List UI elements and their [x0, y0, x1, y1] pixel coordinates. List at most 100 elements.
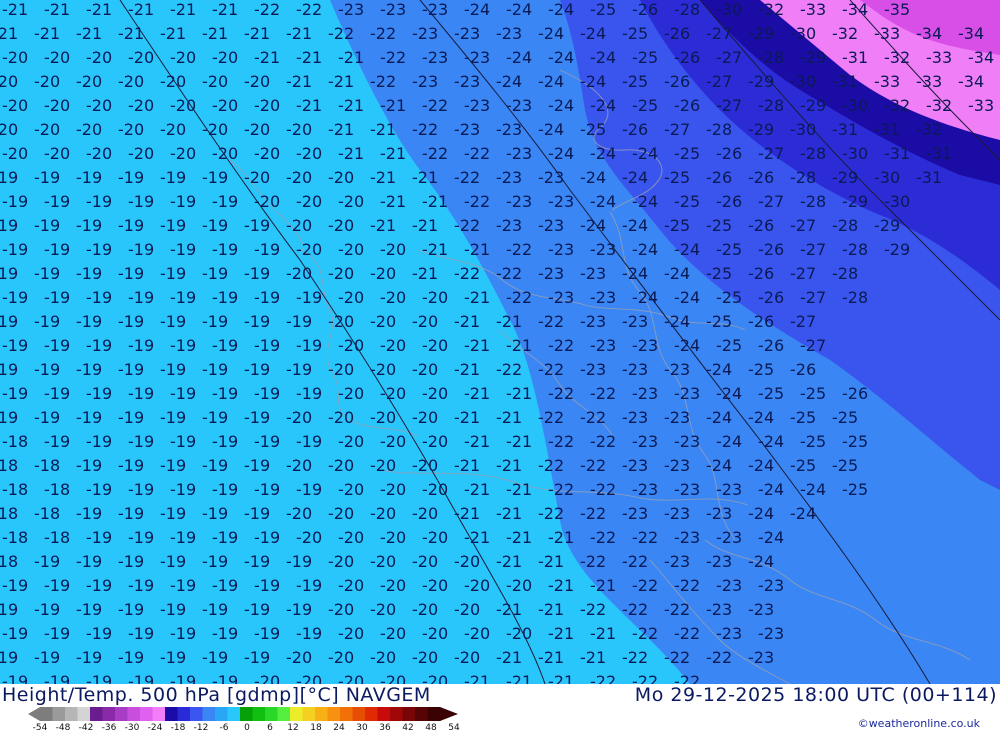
temperature-label: -21: [496, 648, 522, 667]
temperature-label: -19: [212, 336, 238, 355]
temperature-label: -20: [380, 528, 406, 547]
temperature-label: -19: [170, 336, 196, 355]
temperature-label: -32: [884, 48, 910, 67]
temperature-label: -19: [202, 552, 228, 571]
temperature-label: -20: [380, 384, 406, 403]
temperature-label: -19: [34, 264, 60, 283]
temperature-label: -19: [170, 384, 196, 403]
temperature-label: -22: [422, 96, 448, 115]
temperature-label: -21: [548, 576, 574, 595]
temperature-label: -29: [800, 96, 826, 115]
temperature-label: -26: [758, 336, 784, 355]
temperature-label: -19: [76, 312, 102, 331]
legend-ticks: -54 -48 -42 -36 -30 -24 -18 -12 -6 0 6 12 18 24 30 36 42…: [33, 723, 460, 733]
temperature-label: -20: [202, 120, 228, 139]
temperature-label: -19: [128, 528, 154, 547]
temperature-label: -23: [496, 24, 522, 43]
temperature-label: -21: [506, 384, 532, 403]
temperature-label: -22: [674, 576, 700, 595]
temperature-label: -19: [244, 600, 270, 619]
temperature-label: -23: [412, 24, 438, 43]
temperature-label: -19: [212, 528, 238, 547]
temperature-label: -22: [454, 264, 480, 283]
temperature-label: -23: [706, 552, 732, 571]
temperature-label: -21: [464, 672, 490, 684]
temperature-label: -19: [170, 672, 196, 684]
temperature-label: -24: [674, 240, 700, 259]
legend-tick-label: -42: [78, 723, 94, 733]
temperature-label: -28: [842, 288, 868, 307]
temperature-label: -23: [622, 312, 648, 331]
weather-map: -21 -21 -21 -21 -21 -21 -22 -22 -23 -23 -23 -24 -24-…: [0, 0, 1000, 684]
legend-swatch: [427, 707, 441, 721]
temperature-label: -21: [538, 552, 564, 571]
temperature-label: -19: [286, 600, 312, 619]
temperature-label: -21: [422, 240, 448, 259]
temperature-label: -21: [338, 144, 364, 163]
temperature-label: -19: [128, 336, 154, 355]
temperature-label: -23: [506, 96, 532, 115]
temperature-label: -22: [506, 240, 532, 259]
temperature-label: -23: [580, 360, 606, 379]
temperature-label: -19: [118, 552, 144, 571]
temperature-label: -31: [832, 120, 858, 139]
temperature-label: -20: [338, 432, 364, 451]
temperature-label: -19: [34, 648, 60, 667]
temperature-label: -24: [548, 0, 574, 19]
legend-tick-label: 6: [267, 723, 273, 733]
temperature-label: -22: [674, 624, 700, 643]
temperature-label: -25: [748, 360, 774, 379]
temperature-label: -19: [86, 288, 112, 307]
temperature-label: -20: [506, 624, 532, 643]
temperature-label: -30: [790, 72, 816, 91]
temperature-label: -19: [296, 288, 322, 307]
temperature-label: -23: [506, 144, 532, 163]
temperature-label: -22: [590, 672, 616, 684]
temperature-label: -24: [758, 480, 784, 499]
temperature-label: -19: [160, 216, 186, 235]
temperature-label: -19: [212, 192, 238, 211]
temperature-label: -29: [748, 72, 774, 91]
temperature-label: -28: [790, 168, 816, 187]
temperature-label: -19: [170, 432, 196, 451]
temperature-label: -20: [44, 96, 70, 115]
temperature-label: -23: [632, 384, 658, 403]
temperature-label: -21: [496, 408, 522, 427]
temperature-label: -24: [716, 384, 742, 403]
temperature-label: -25: [832, 456, 858, 475]
temperature-label: -22: [548, 432, 574, 451]
temperature-label: -20: [412, 312, 438, 331]
temperature-label: -18: [44, 480, 70, 499]
temperature-label: -19: [202, 312, 228, 331]
temperature-label: -23: [412, 72, 438, 91]
temperature-label: -21: [380, 144, 406, 163]
temperature-label: -26: [748, 168, 774, 187]
temperature-label: -19: [2, 576, 28, 595]
temperature-label: -20: [380, 576, 406, 595]
temperature-label: -21: [464, 240, 490, 259]
temperature-label: -20: [422, 432, 448, 451]
temperature-label: -21: [380, 96, 406, 115]
temperature-label: -19: [244, 360, 270, 379]
temperature-label: -19: [296, 384, 322, 403]
temperature-label: -19: [118, 600, 144, 619]
temperature-label: -20: [370, 600, 396, 619]
temperature-label: -25: [674, 192, 700, 211]
temperature-label: -25: [716, 240, 742, 259]
temperature-label: -21: [464, 336, 490, 355]
temperature-label: -23: [496, 168, 522, 187]
temperature-label: -21: [160, 24, 186, 43]
temperature-label: -23: [538, 168, 564, 187]
temperature-label: -22: [622, 600, 648, 619]
temperature-label: -20: [254, 96, 280, 115]
temperature-label: -25: [706, 312, 732, 331]
legend-swatch: [190, 707, 203, 721]
temperature-label: -19: [86, 192, 112, 211]
temperature-label: -20: [422, 288, 448, 307]
temperature-label: -19: [254, 240, 280, 259]
temperature-label: -19: [128, 576, 154, 595]
temperature-label: -19: [34, 552, 60, 571]
temperature-label: -20: [34, 72, 60, 91]
legend-swatch: [327, 707, 341, 721]
temperature-label: -22: [506, 288, 532, 307]
